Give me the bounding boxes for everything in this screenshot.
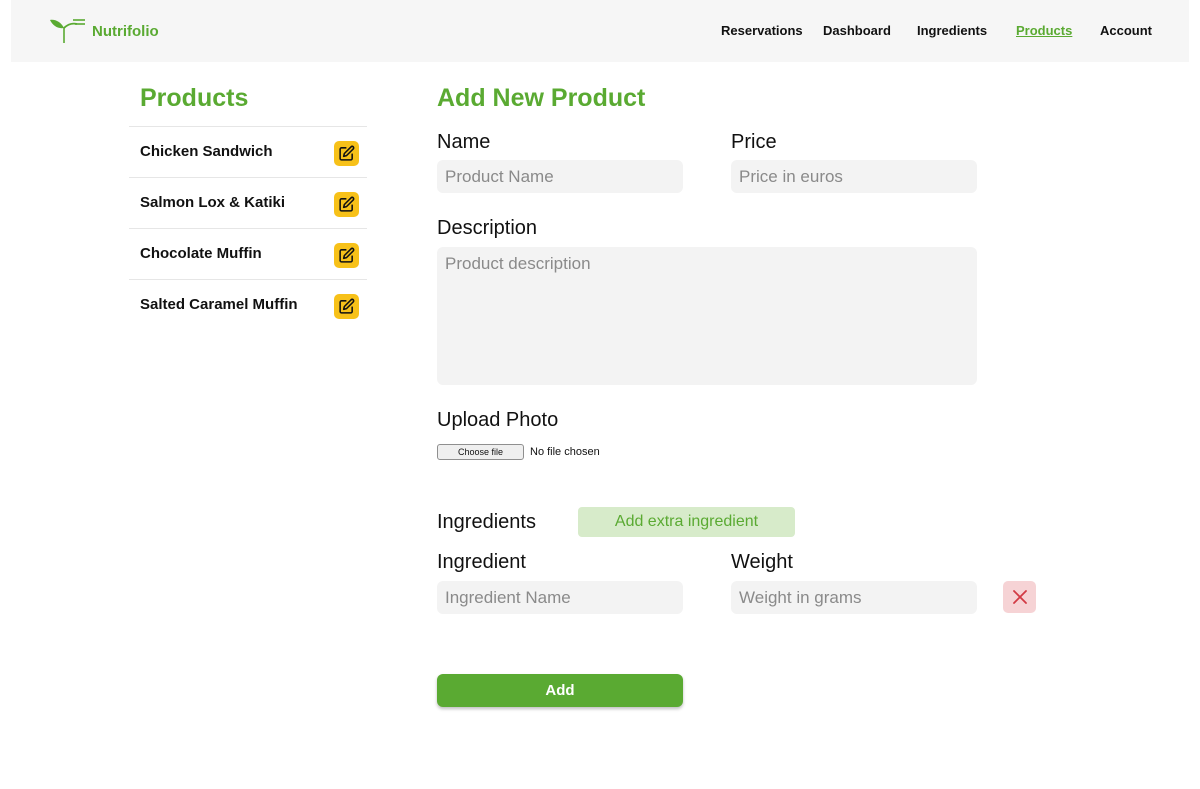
edit-icon <box>339 247 355 263</box>
description-label: Description <box>437 217 538 239</box>
name-label: Name <box>437 131 491 153</box>
product-item-chocolate-muffin[interactable]: Chocolate Muffin <box>129 228 367 279</box>
edit-icon <box>339 298 355 314</box>
file-upload: Choose file No file chosen <box>437 444 600 460</box>
edit-icon <box>339 196 355 212</box>
nav-ingredients[interactable]: Ingredients <box>917 23 987 38</box>
nav-reservations[interactable]: Reservations <box>721 23 803 38</box>
edit-button[interactable] <box>334 294 359 319</box>
ingredients-label: Ingredients <box>437 511 536 533</box>
form-title: Add New Product <box>437 84 646 112</box>
sidebar-title: Products <box>140 84 249 112</box>
close-icon <box>1012 590 1027 604</box>
product-item-chicken-sandwich[interactable]: Chicken Sandwich <box>129 126 367 177</box>
leaf-logo-icon <box>50 19 85 43</box>
description-textarea[interactable] <box>437 247 977 385</box>
edit-button[interactable] <box>334 192 359 217</box>
product-name-input[interactable] <box>437 160 683 193</box>
ingredient-label: Ingredient <box>437 551 526 573</box>
product-name: Chocolate Muffin <box>140 245 262 262</box>
weight-input[interactable] <box>731 581 977 614</box>
product-item-salted-caramel-muffin[interactable]: Salted Caramel Muffin <box>129 279 367 330</box>
product-list: Chicken Sandwich Salmon Lox & Katiki Cho… <box>129 126 367 330</box>
edit-icon <box>339 145 355 161</box>
add-extra-ingredient-button[interactable]: Add extra ingredient <box>578 507 795 537</box>
price-input[interactable] <box>731 160 977 193</box>
price-label: Price <box>731 131 777 153</box>
nav-account[interactable]: Account <box>1100 23 1152 38</box>
ingredient-name-input[interactable] <box>437 581 683 614</box>
product-name: Chicken Sandwich <box>140 143 273 160</box>
product-name: Salmon Lox & Katiki <box>140 194 286 211</box>
add-product-button[interactable]: Add <box>437 674 683 707</box>
edit-button[interactable] <box>334 141 359 166</box>
product-name: Salted Caramel Muffin <box>140 296 298 313</box>
top-navbar: Nutrifolio Reservations Dashboard Ingred… <box>11 0 1189 62</box>
file-status: No file chosen <box>530 446 600 458</box>
upload-photo-label: Upload Photo <box>437 409 559 431</box>
nav-products[interactable]: Products <box>1016 23 1072 38</box>
weight-label: Weight <box>731 551 793 573</box>
brand-name: Nutrifolio <box>92 22 159 40</box>
product-item-salmon-lox[interactable]: Salmon Lox & Katiki <box>129 177 367 228</box>
remove-ingredient-button[interactable] <box>1003 581 1036 613</box>
edit-button[interactable] <box>334 243 359 268</box>
choose-file-button[interactable]: Choose file <box>437 444 524 460</box>
brand[interactable]: Nutrifolio <box>49 18 159 44</box>
nav-dashboard[interactable]: Dashboard <box>823 23 891 38</box>
